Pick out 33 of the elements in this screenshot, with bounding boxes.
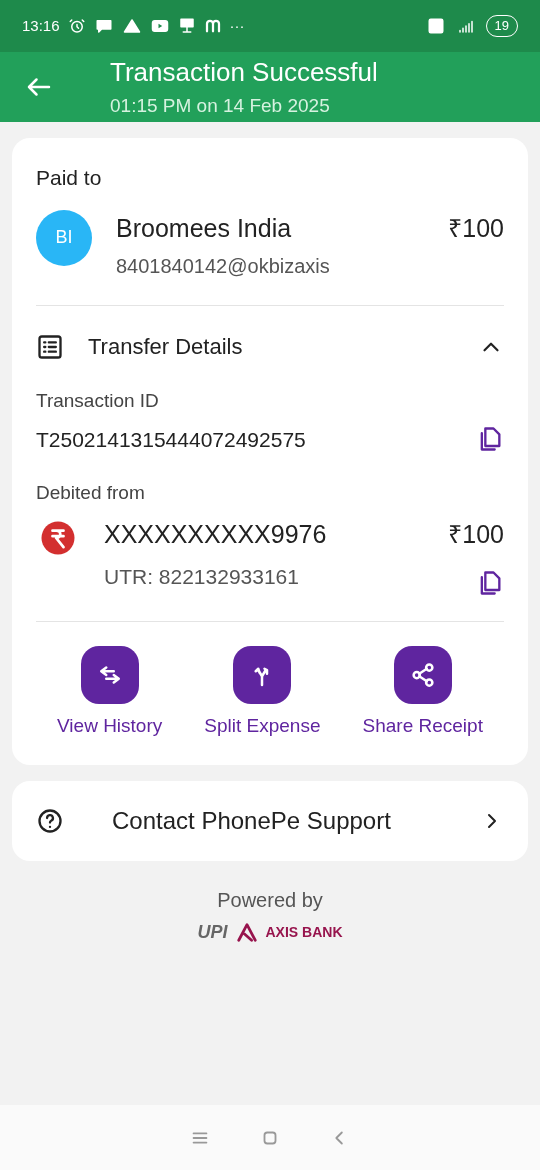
more-notifications: ··· <box>229 15 245 36</box>
list-icon <box>36 332 64 361</box>
utr-number: UTR: 822132933161 <box>104 564 300 590</box>
share-action-button[interactable] <box>393 646 452 704</box>
payee-name: Broomees India <box>116 212 293 244</box>
split-action-button[interactable] <box>233 646 292 704</box>
axis-bank-logo: AXIS BANK <box>265 922 343 942</box>
payee-amount: ₹100 <box>448 212 504 244</box>
account-number: XXXXXXXXXX9976 <box>104 518 328 550</box>
paid-to-label: Paid to <box>36 165 103 191</box>
status-time: 13:16 <box>22 15 60 36</box>
split-action-label[interactable]: Split Expense <box>204 712 321 741</box>
support-row[interactable]: Contact PhonePe Support <box>12 780 528 861</box>
transaction-id-label: Transaction ID <box>36 389 160 413</box>
share-action-label[interactable]: Share Receipt <box>362 712 483 741</box>
alarm-clock-icon <box>67 17 86 35</box>
powered-by-text: Powered by <box>217 887 323 913</box>
transfer-details-title: Transfer Details <box>88 333 244 361</box>
arches-icon <box>203 17 222 35</box>
support-label: Contact PhonePe Support <box>112 805 392 836</box>
axis-logo-icon <box>235 921 258 943</box>
upi-id: 8401840142@okbizaxis <box>116 254 331 279</box>
debit-amount: ₹100 <box>448 518 504 550</box>
play-icon <box>149 17 170 35</box>
history-action-button[interactable] <box>80 646 139 704</box>
debited-from-label: Debited from <box>36 481 146 505</box>
help-icon <box>36 806 64 835</box>
page-title: Transaction Successful <box>110 56 378 90</box>
avatar: BI <box>36 209 92 266</box>
transaction-id: T2502141315444072492575 <box>36 426 306 453</box>
history-action-label[interactable]: View History <box>57 712 163 741</box>
upi-logo: UPI <box>197 920 228 944</box>
transaction-time: 01:15 PM on 14 Feb 2025 <box>110 94 331 119</box>
